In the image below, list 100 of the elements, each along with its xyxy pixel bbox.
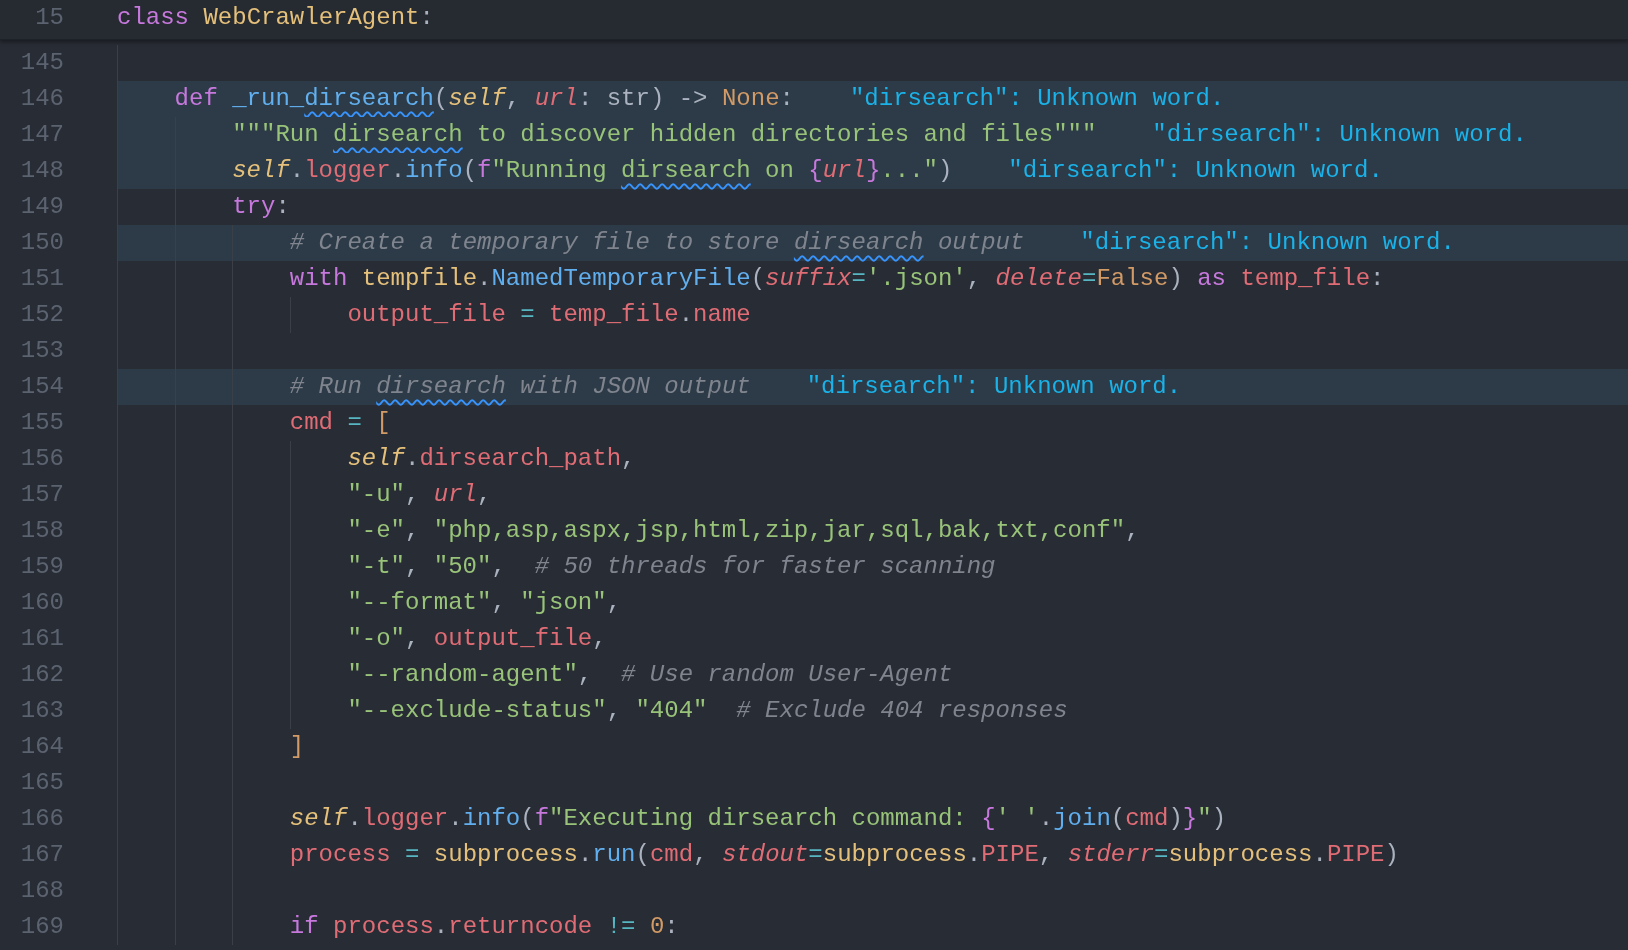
line-number: 162 — [19, 660, 64, 690]
code-token: False — [1096, 264, 1169, 294]
code-token: "--exclude-status" — [347, 696, 607, 726]
line-number: 159 — [19, 552, 64, 582]
code-token: : — [779, 84, 794, 114]
code-token: ) — [1168, 804, 1183, 834]
code-token: { — [808, 156, 823, 186]
code-token: temp_file — [549, 300, 679, 330]
code-token: = — [1154, 840, 1169, 870]
code-token: _run_ — [232, 84, 305, 114]
code-token: = — [404, 840, 421, 870]
code-token: ) — [1384, 840, 1399, 870]
line-number: 147 — [19, 120, 64, 150]
code-token: "Executing dirsearch command: — [549, 804, 968, 834]
code-token: , — [405, 624, 421, 654]
code-token: join — [1053, 804, 1111, 834]
code-token: , — [405, 480, 421, 510]
line-number: 160 — [19, 588, 64, 618]
code-token: "--format" — [347, 588, 492, 618]
code-token: NamedTemporaryFile — [491, 264, 751, 294]
line-number: 148 — [19, 156, 64, 186]
code-token: PIPE — [1326, 840, 1385, 870]
code-token: url — [534, 84, 578, 114]
code-token: [ — [376, 408, 391, 438]
code-token: . — [477, 264, 492, 294]
code-token: self — [289, 804, 348, 834]
code-token: subprocess — [433, 840, 578, 870]
line-number: 163 — [19, 696, 64, 726]
code-token: ( — [1110, 804, 1126, 834]
code-token: : str) -> — [577, 84, 709, 114]
spelling-diagnostic: "dirsearch": Unknown word. — [1080, 228, 1455, 258]
line-number: 155 — [19, 408, 64, 438]
code-token: class — [117, 3, 190, 33]
code-token: process — [333, 912, 434, 942]
code-token: , — [405, 552, 421, 582]
line-number: 157 — [19, 480, 64, 510]
line-number: 164 — [19, 732, 64, 762]
code-token: None — [721, 84, 780, 114]
code-token: with JSON output — [519, 372, 751, 402]
code-token: , — [693, 840, 709, 870]
code-token: process — [289, 840, 391, 870]
code-token: != — [605, 912, 637, 942]
code-token: ' ' — [995, 804, 1039, 834]
code-token: = — [1082, 264, 1097, 294]
code-token: = — [346, 408, 363, 438]
code-token: "-e" — [347, 516, 405, 546]
code-token: with — [289, 264, 349, 294]
line-number: 165 — [19, 768, 64, 798]
code-token: url — [822, 156, 866, 186]
code-token: } — [865, 156, 881, 186]
code-token: "php,asp,aspx,jsp,html,zip,jar,sql,bak,txt,conf" — [433, 516, 1126, 546]
spelling-diagnostic: "dirsearch": Unknown word. — [1152, 120, 1527, 150]
line-number: 161 — [19, 624, 64, 654]
code-token: def — [174, 84, 219, 114]
code-token: "Running — [491, 156, 608, 186]
code-token: '.json' — [865, 264, 967, 294]
code-token: = — [519, 300, 536, 330]
code-token: self — [448, 84, 506, 114]
code-token: subprocess — [1168, 840, 1313, 870]
spelling-diagnostic: "dirsearch": Unknown word. — [806, 372, 1182, 402]
line-number: 150 — [19, 228, 64, 258]
line-number: 15 — [34, 3, 64, 33]
line-number: 145 — [19, 48, 64, 78]
spelling-diagnostic: "dirsearch": Unknown word. — [849, 84, 1225, 114]
code-token: cmd — [649, 840, 694, 870]
code-token: , — [621, 444, 636, 474]
code-token: . — [577, 840, 593, 870]
code-token: : — [1370, 264, 1385, 294]
code-token: ..." — [880, 156, 938, 186]
code-token: cmd — [1125, 804, 1169, 834]
code-token: f — [534, 804, 550, 834]
code-token: . — [433, 912, 449, 942]
code-token: : — [419, 3, 434, 33]
code-token: "404" — [635, 696, 709, 726]
code-token: PIPE — [981, 840, 1039, 870]
code-token: logger — [304, 156, 391, 186]
code-token: name — [693, 300, 751, 330]
code-token: , — [606, 696, 623, 726]
code-token: WebCrawlerAgent — [203, 3, 420, 33]
code-token: info — [462, 804, 521, 834]
code-token: """Run — [232, 120, 320, 150]
code-token: . — [390, 156, 406, 186]
code-token: subprocess — [822, 840, 967, 870]
code-token: # Use random User-Agent — [621, 660, 953, 690]
code-token: , — [606, 588, 622, 618]
code-token: suffix — [765, 264, 852, 294]
code-token: temp_file — [1240, 264, 1371, 294]
misspelled-word: dirsearch — [621, 156, 751, 186]
code-token: ) — [937, 156, 953, 186]
code-token: , — [592, 624, 607, 654]
code-token: # Run — [289, 372, 363, 402]
code-token: tempfile — [361, 264, 478, 294]
code-token: "50" — [433, 552, 492, 582]
code-token: self — [347, 444, 405, 474]
code-token: = — [808, 840, 823, 870]
code-token: f — [477, 156, 492, 186]
code-token: stderr — [1067, 840, 1155, 870]
code-token: , — [1125, 516, 1140, 546]
code-token: cmd — [289, 408, 333, 438]
line-number: 149 — [19, 192, 64, 222]
